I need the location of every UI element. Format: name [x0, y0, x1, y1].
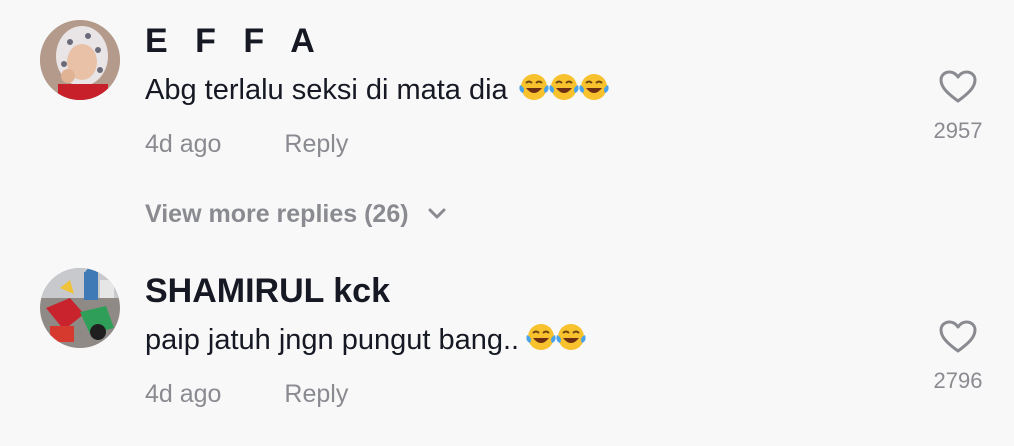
view-more-replies-label: View more replies (26)	[145, 200, 409, 228]
face-with-tears-of-joy-icon	[579, 74, 609, 100]
comment-list: E F F A Abg terlalu seksi di mata dia 4d…	[0, 0, 1014, 446]
avatar[interactable]	[40, 268, 120, 348]
comment-item: E F F A Abg terlalu seksi di mata dia 4d…	[0, 0, 1014, 190]
like-button[interactable]: 2957	[920, 70, 996, 144]
comment-timestamp: 4d ago	[145, 130, 222, 158]
like-count: 2957	[933, 118, 983, 143]
reply-button[interactable]: Reply	[284, 130, 348, 158]
comment-text: Abg terlalu seksi di mata dia	[145, 72, 609, 110]
face-with-tears-of-joy-icon	[549, 74, 579, 100]
comment-text: paip jatuh jngn pungut bang..	[145, 322, 586, 360]
chevron-down-icon	[428, 208, 446, 219]
comment-timestamp: 4d ago	[145, 380, 222, 408]
like-count: 2796	[933, 368, 983, 393]
comment-body: paip jatuh jngn pungut bang..	[145, 324, 520, 356]
comment-meta: 4d ago Reply	[145, 380, 348, 409]
view-more-replies-button[interactable]: View more replies (26)	[145, 200, 446, 229]
emoji-group	[525, 322, 586, 360]
like-button[interactable]: 2796	[920, 320, 996, 394]
face-with-tears-of-joy-icon	[526, 324, 556, 350]
comment-item: SHAMIRUL kck paip jatuh jngn pungut bang…	[0, 250, 1014, 446]
heart-outline-icon[interactable]	[939, 320, 977, 354]
emoji-group	[518, 72, 609, 110]
heart-outline-icon[interactable]	[939, 70, 977, 104]
face-with-tears-of-joy-icon	[556, 324, 586, 350]
face-with-tears-of-joy-icon	[519, 74, 549, 100]
avatar-image	[40, 20, 120, 100]
avatar-image	[40, 268, 120, 348]
reply-button[interactable]: Reply	[284, 380, 348, 408]
comment-meta: 4d ago Reply	[145, 130, 348, 159]
avatar[interactable]	[40, 20, 120, 100]
comment-username[interactable]: E F F A	[145, 22, 324, 61]
comment-body: Abg terlalu seksi di mata dia	[145, 74, 508, 106]
comment-username[interactable]: SHAMIRUL kck	[145, 272, 390, 311]
